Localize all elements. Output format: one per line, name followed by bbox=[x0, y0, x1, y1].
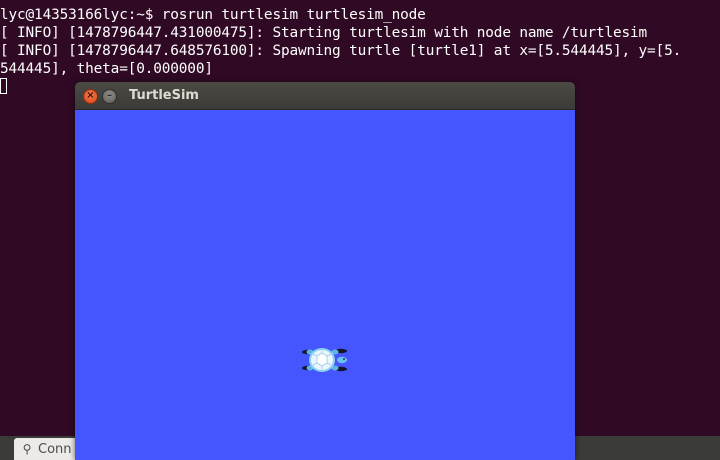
terminal-cursor bbox=[0, 78, 7, 94]
terminal-line-command: lyc@14353166lyc:~$ rosrun turtlesim turt… bbox=[0, 7, 426, 23]
turtlesim-window[interactable]: × – TurtleSim bbox=[75, 82, 575, 460]
close-button[interactable]: × bbox=[83, 89, 98, 104]
window-titlebar[interactable]: × – TurtleSim bbox=[75, 82, 575, 110]
connection-icon: ⚲ bbox=[22, 442, 32, 456]
window-title: TurtleSim bbox=[129, 88, 199, 103]
turtle-icon bbox=[302, 348, 347, 372]
taskbar-item-connection[interactable]: ⚲ Conn bbox=[14, 438, 78, 460]
taskbar-item-label: Conn bbox=[38, 442, 72, 457]
terminal-line-info-spawn-cont: 544445], theta=[0.000000] bbox=[0, 61, 213, 77]
minimize-button[interactable]: – bbox=[102, 89, 117, 104]
terminal-line-info-spawn: [ INFO] [1478796447.648576100]: Spawning… bbox=[0, 43, 682, 59]
terminal-line-info-start: [ INFO] [1478796447.431000475]: Starting… bbox=[0, 25, 648, 41]
turtle-canvas bbox=[75, 110, 575, 460]
